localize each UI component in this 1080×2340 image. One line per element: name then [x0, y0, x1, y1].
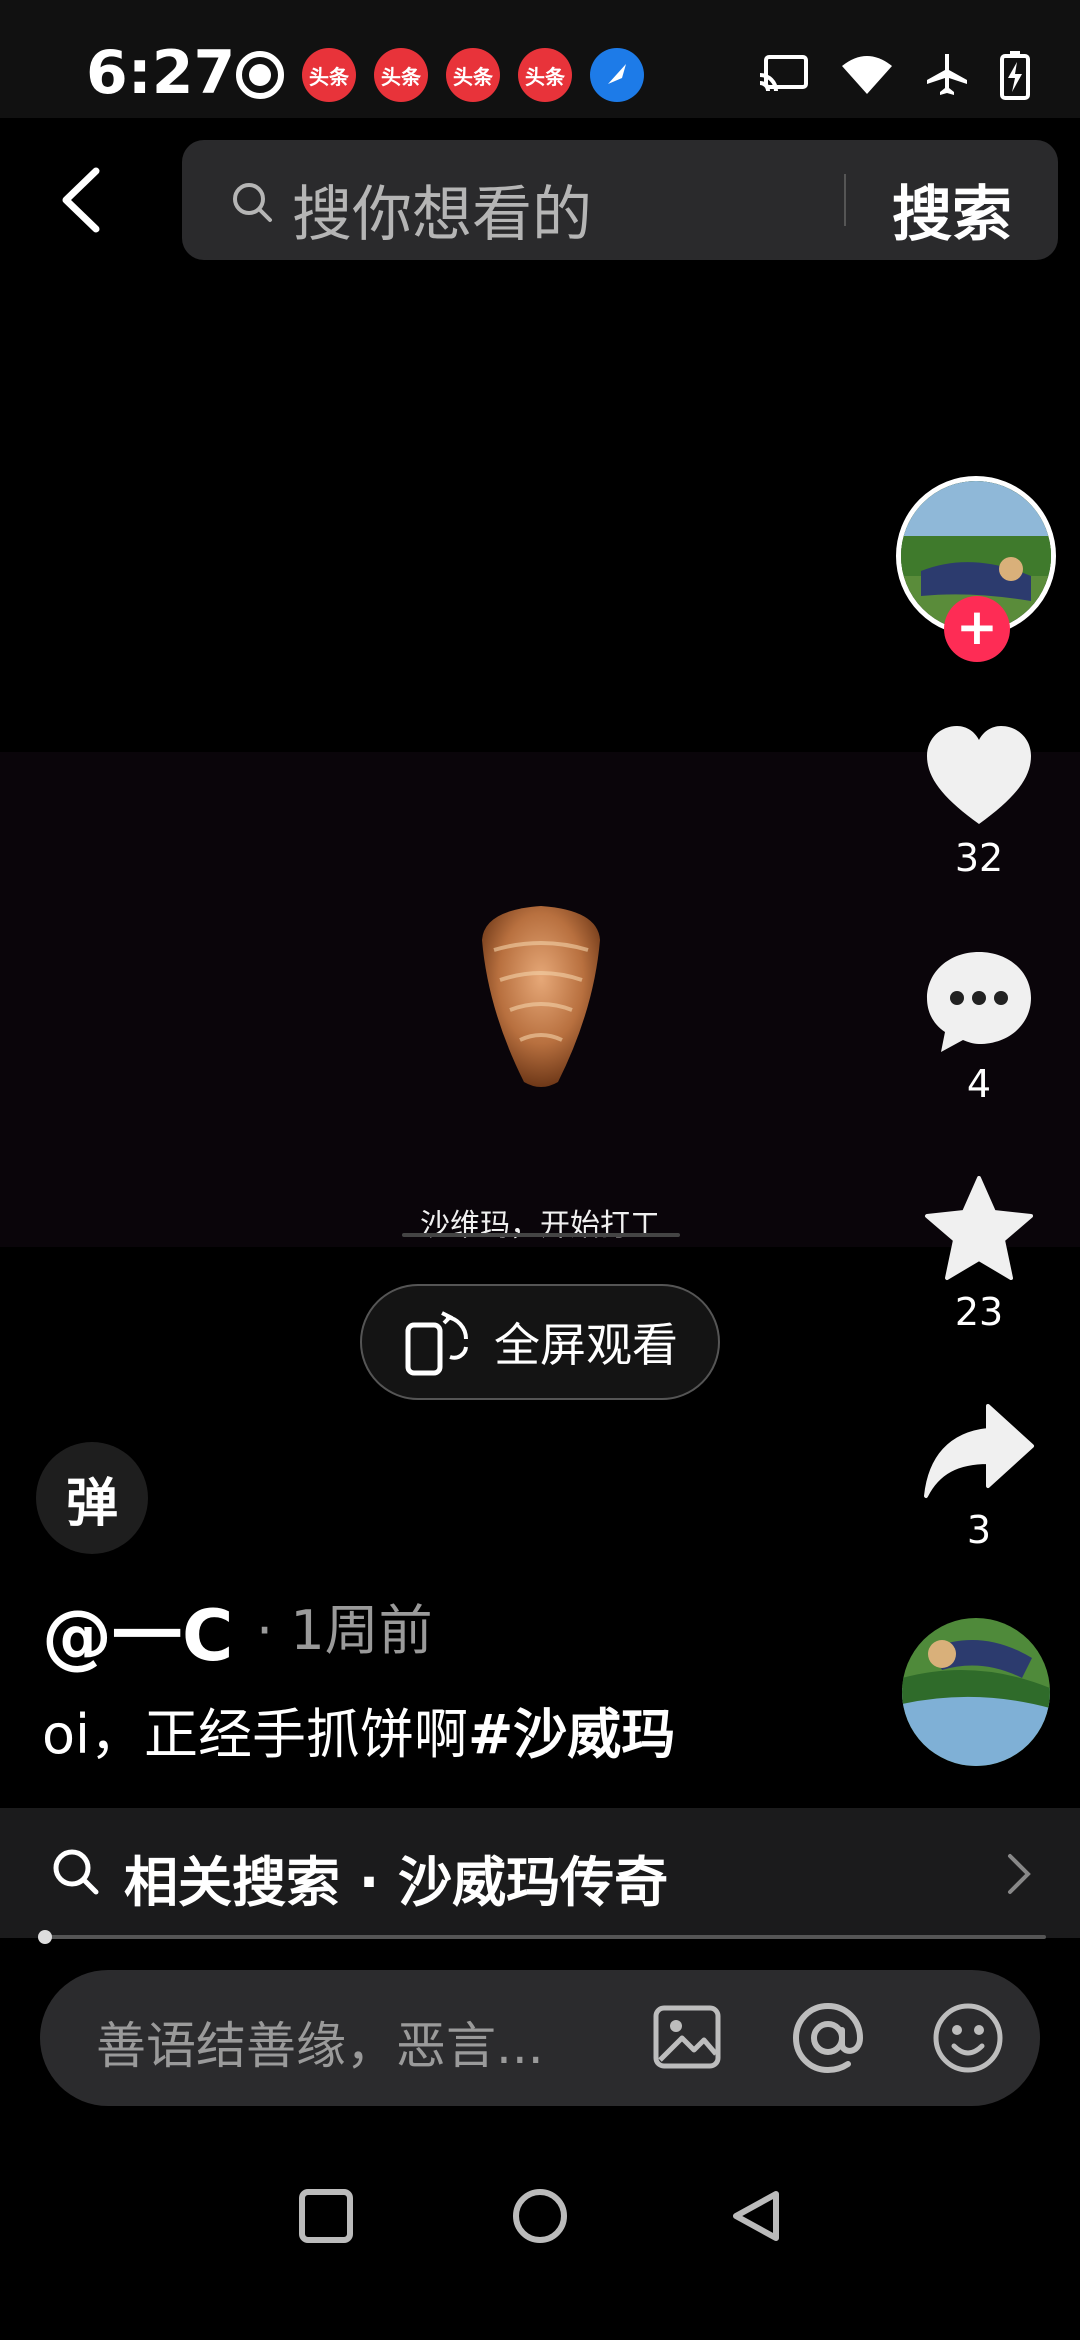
- search-button[interactable]: 搜索: [892, 166, 1012, 253]
- comment-count: 4: [966, 1062, 992, 1106]
- video-progress-bar[interactable]: [44, 1935, 1046, 1939]
- mention-icon[interactable]: [790, 2000, 866, 2076]
- video-screen: 6:27 头条 头条 头条 头条 搜你想看的 搜索 沙维玛，开始打工 全屏观看 …: [0, 0, 1080, 2340]
- favorite-button[interactable]: 23: [900, 1176, 1058, 1334]
- image-picker-icon[interactable]: [650, 2000, 724, 2074]
- like-button[interactable]: 32: [900, 724, 1058, 880]
- wifi-icon: [842, 56, 892, 94]
- post-time: · 1周前: [256, 1599, 433, 1662]
- notification-icons: 头条 头条 头条 头条: [236, 48, 644, 102]
- author-name[interactable]: @一C: [42, 1580, 233, 1681]
- status-time: 6:27: [86, 38, 236, 108]
- fullscreen-button[interactable]: 全屏观看: [360, 1284, 720, 1400]
- subtitle-underline: [402, 1233, 680, 1237]
- emoji-icon[interactable]: [930, 2000, 1006, 2076]
- search-icon: [53, 1849, 99, 1895]
- related-search-text: 相关搜索 · 沙威玛传奇: [124, 1851, 669, 1914]
- related-search-bar[interactable]: 相关搜索 · 沙威玛传奇: [0, 1808, 1080, 1938]
- comment-button[interactable]: 4: [900, 948, 1058, 1106]
- hashtag-link[interactable]: #沙威玛: [468, 1703, 675, 1766]
- recents-button[interactable]: [298, 2188, 354, 2244]
- cast-icon: [759, 55, 808, 92]
- toutiao-icon: 头条: [302, 48, 356, 102]
- fullscreen-label: 全屏观看: [494, 1318, 678, 1372]
- search-icon: [233, 183, 272, 222]
- chevron-right-icon: [1008, 1854, 1031, 1894]
- danmaku-toggle-button[interactable]: 弹: [36, 1442, 148, 1554]
- system-icons: [758, 50, 1030, 100]
- comment-input-bar[interactable]: 善语结善缘，恶言...: [40, 1970, 1040, 2106]
- share-count: 3: [966, 1508, 992, 1552]
- video-caption: oi，正经手抓饼啊#沙威玛: [42, 1690, 675, 1769]
- toutiao-icon: 头条: [374, 48, 428, 102]
- follow-button[interactable]: +: [944, 596, 1010, 662]
- music-cover-image: [902, 1618, 1050, 1766]
- search-input[interactable]: 搜你想看的: [292, 166, 592, 253]
- feather-app-icon: [590, 48, 644, 102]
- music-disc[interactable]: [902, 1618, 1050, 1766]
- comment-input[interactable]: 善语结善缘，恶言...: [96, 2006, 544, 2078]
- share-arrow-icon: [924, 1404, 1034, 1498]
- search-box[interactable]: 搜你想看的 搜索: [182, 140, 1058, 260]
- caption-text: oi，正经手抓饼啊: [42, 1703, 469, 1766]
- airplane-icon: [927, 54, 967, 95]
- star-icon: [925, 1176, 1033, 1280]
- favorite-count: 23: [954, 1290, 1004, 1334]
- record-icon: [236, 51, 284, 99]
- chevron-left-icon: [62, 167, 100, 233]
- heart-icon: [927, 726, 1031, 824]
- home-button[interactable]: [512, 2188, 568, 2244]
- share-button[interactable]: 3: [900, 1402, 1058, 1552]
- comment-bubble-icon: [927, 952, 1031, 1052]
- divider: [844, 174, 846, 226]
- progress-handle[interactable]: [38, 1930, 52, 1944]
- status-bar: 6:27 头条 头条 头条 头条: [0, 0, 1080, 118]
- rotate-screen-icon: [405, 1311, 469, 1376]
- toutiao-icon: 头条: [518, 48, 572, 102]
- shawarma-image: [482, 906, 600, 1087]
- back-button[interactable]: [56, 165, 116, 235]
- toutiao-icon: 头条: [446, 48, 500, 102]
- battery-charging-icon: [1000, 51, 1030, 100]
- back-nav-button[interactable]: [728, 2188, 784, 2244]
- like-count: 32: [954, 836, 1004, 880]
